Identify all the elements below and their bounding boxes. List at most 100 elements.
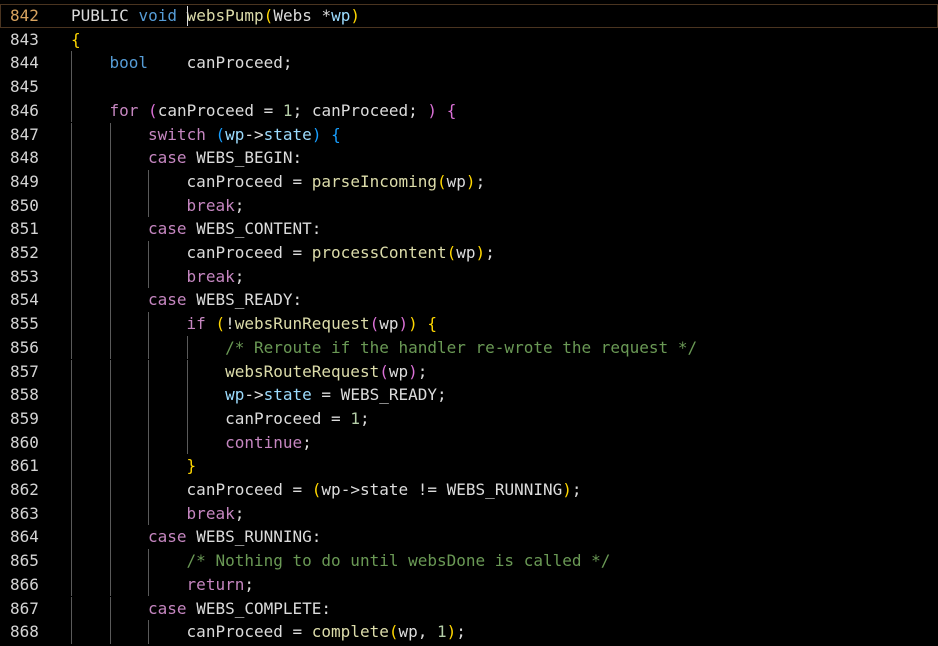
- code-token: break: [186, 266, 235, 286]
- code-text: canProceed = (wp->state != WEBS_RUNNING)…: [187, 478, 582, 502]
- line-number: 852: [10, 243, 39, 262]
- code-line[interactable]: 846 for (canProceed = 1; canProceed; ) {: [0, 98, 938, 123]
- code-text: {: [71, 28, 81, 52]
- indent-guide: [71, 98, 72, 123]
- code-token: wp: [446, 171, 466, 191]
- code-token: case: [148, 219, 197, 239]
- code-token: void: [138, 6, 187, 25]
- code-token: (: [263, 6, 274, 25]
- line-number: 845: [10, 77, 39, 97]
- code-text: }: [187, 454, 197, 478]
- code-line[interactable]: 867 case WEBS_COMPLETE:: [0, 596, 938, 621]
- code-line[interactable]: 848 case WEBS_BEGIN:: [0, 146, 938, 170]
- line-number: 860: [10, 432, 39, 452]
- code-token: WEBS_BEGIN:: [196, 148, 303, 168]
- line-number: 867: [10, 598, 39, 618]
- code-line[interactable]: 855 if (!websRunRequest(wp)) {: [0, 312, 938, 336]
- text-cursor: [186, 6, 188, 26]
- code-text: break;: [187, 194, 245, 218]
- code-token: canProceed =: [186, 243, 312, 262]
- code-token: *: [321, 6, 332, 25]
- code-token: processContent: [311, 243, 447, 262]
- code-line[interactable]: 842 PUBLIC void websPump(Webs *wp): [0, 4, 938, 28]
- code-line[interactable]: 866 return;: [0, 572, 938, 597]
- code-token: WEBS_RUNNING:: [196, 527, 322, 547]
- code-editor[interactable]: 842 PUBLIC void websPump(Webs *wp) 843{844…: [0, 0, 938, 646]
- indent-guide: [109, 146, 111, 170]
- indent-guide: [109, 454, 111, 478]
- code-token: ;: [475, 171, 486, 191]
- code-text: canProceed = 1;: [225, 407, 370, 431]
- code-token: state: [263, 385, 312, 405]
- code-token: websRunRequest: [234, 314, 370, 334]
- indent-guide: [71, 146, 72, 170]
- indent-guide: [109, 312, 111, 336]
- indent-guide: [109, 359, 111, 384]
- indent-guide: [109, 169, 111, 194]
- line-number: 863: [10, 503, 39, 523]
- code-line[interactable]: 861}: [0, 454, 938, 478]
- code-token: wp->state != WEBS_RUNNING: [321, 480, 563, 499]
- code-line[interactable]: 868 canProceed = complete(wp, 1);: [0, 620, 938, 644]
- code-token: (: [446, 243, 457, 262]
- code-line[interactable]: 854 case WEBS_READY:: [0, 288, 938, 313]
- code-line[interactable]: 850 break;: [0, 193, 938, 218]
- code-line[interactable]: 862 canProceed = (wp->state != WEBS_RUNNI…: [0, 478, 938, 502]
- code-line[interactable]: 865 /* Nothing to do until websDone is ca…: [0, 549, 938, 573]
- indent-guide: [148, 359, 150, 384]
- indent-guide: [109, 288, 111, 313]
- code-text: canProceed = processContent(wp);: [187, 241, 495, 265]
- code-token: wp: [388, 361, 409, 381]
- indent-guide: [109, 620, 111, 644]
- indent-guide: [109, 525, 111, 550]
- code-token: WEBS_CONTENT:: [196, 219, 322, 239]
- code-line[interactable]: 858 wp->state = WEBS_READY;: [0, 383, 938, 407]
- line-number: 856: [10, 337, 39, 357]
- code-text: case WEBS_BEGIN:: [148, 146, 302, 170]
- indent-guide: [109, 241, 111, 265]
- code-line[interactable]: 852 canProceed = processContent(wp);: [0, 241, 938, 265]
- indent-guide: [71, 501, 72, 526]
- indent-guide: [109, 193, 111, 218]
- code-line[interactable]: 851 case WEBS_CONTENT:: [0, 217, 938, 241]
- code-line[interactable]: 843 {: [0, 28, 938, 52]
- indent-guide: [109, 264, 111, 289]
- indent-guide: [186, 383, 188, 407]
- code-line[interactable]: 853 break;: [0, 264, 938, 289]
- code-line[interactable]: 844 bool canProceed;: [0, 51, 938, 76]
- code-token: complete: [311, 622, 389, 642]
- code-line[interactable]: 863 break;: [0, 501, 938, 526]
- indent-guide: [148, 169, 150, 194]
- line-number: 862: [10, 480, 39, 499]
- code-token: canProceed =: [157, 100, 283, 120]
- code-token: bool: [109, 53, 149, 73]
- code-token: (: [311, 480, 322, 499]
- code-token: canProceed =: [225, 408, 351, 428]
- code-token: /* Reroute if the handler re-wrote the r…: [225, 337, 698, 357]
- indent-guide: [71, 549, 72, 573]
- code-line[interactable]: 864 case WEBS_RUNNING:: [0, 525, 938, 550]
- indent-guide: [71, 525, 72, 550]
- code-line[interactable]: 857 websRouteRequest(wp);: [0, 359, 938, 384]
- code-token: wp,: [398, 622, 438, 642]
- line-number: 853: [10, 266, 39, 286]
- code-token: {: [71, 29, 81, 49]
- code-text: continue;: [225, 431, 312, 455]
- indent-guide: [148, 241, 150, 265]
- line-number: 859: [10, 408, 39, 428]
- code-token: ): [465, 171, 476, 191]
- code-token: ;: [417, 361, 428, 381]
- indent-guide: [148, 430, 150, 455]
- indent-guide: [109, 406, 111, 431]
- code-line[interactable]: 860 continue;: [0, 430, 938, 455]
- code-line[interactable]: 856 /* Reroute if the handler re-wrote th…: [0, 335, 938, 360]
- indent-guide: [71, 596, 72, 621]
- code-line[interactable]: 847 switch (wp->state) {: [0, 122, 938, 147]
- code-line[interactable]: 849 canProceed = parseIncoming(wp);: [0, 169, 938, 194]
- code-line[interactable]: 859 canProceed = 1;: [0, 406, 938, 431]
- indent-guide: [71, 193, 72, 218]
- code-token: ->: [244, 124, 264, 144]
- code-token: {: [321, 124, 341, 144]
- code-line[interactable]: 845: [0, 75, 938, 99]
- code-text: switch (wp->state) {: [148, 123, 341, 147]
